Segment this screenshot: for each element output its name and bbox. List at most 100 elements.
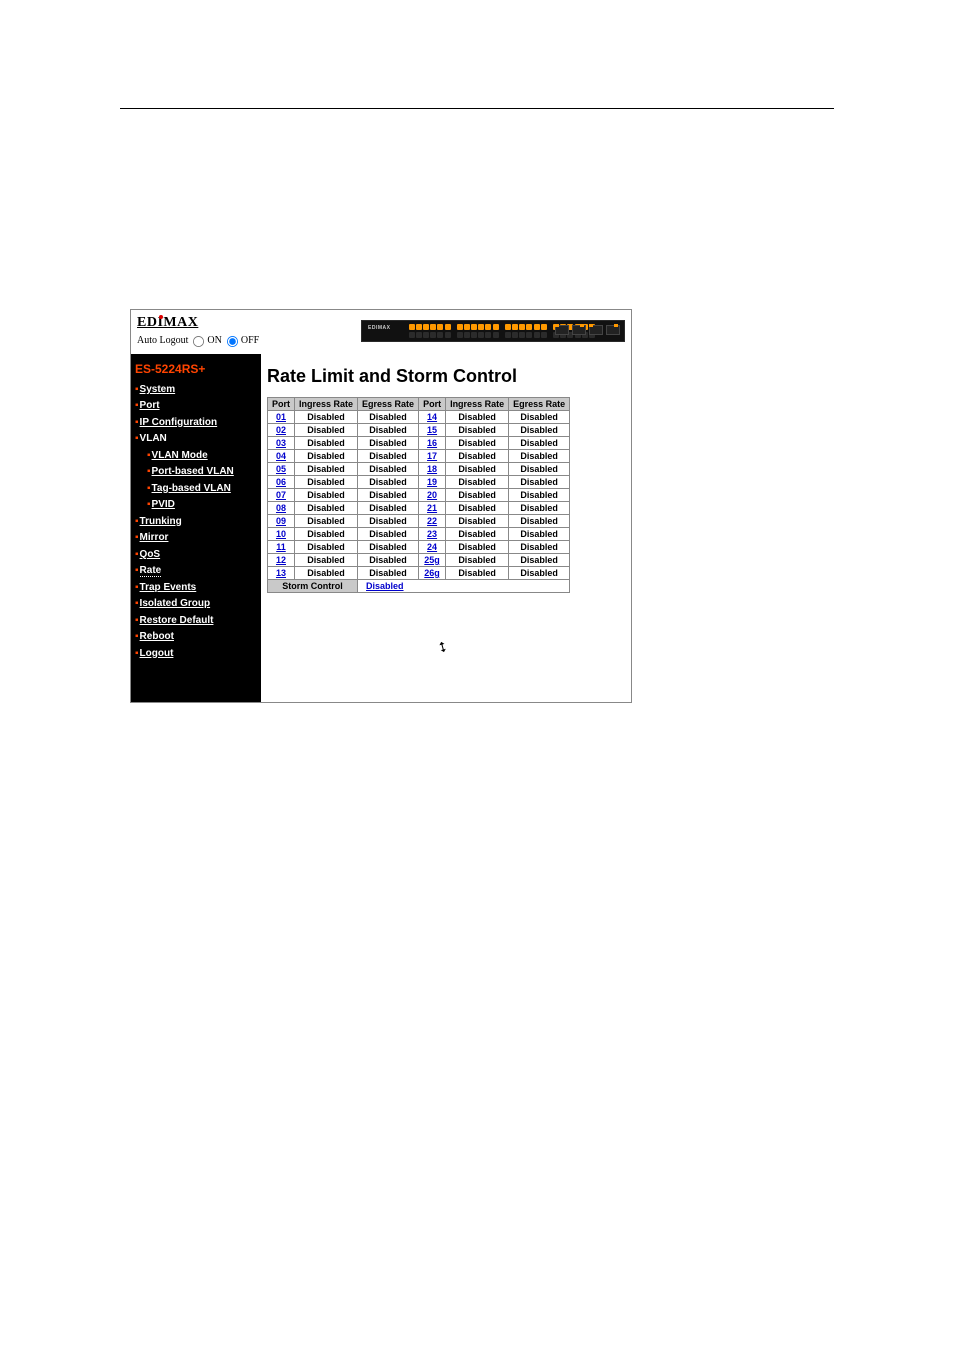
port-link[interactable]: 15 (427, 425, 437, 435)
port-cell[interactable]: 08 (268, 501, 295, 514)
port-cell[interactable]: 07 (268, 488, 295, 501)
port-link[interactable]: 22 (427, 516, 437, 526)
port-link[interactable]: 25g (424, 555, 440, 565)
nav-bullet-icon: ▪ (135, 532, 139, 543)
sidebar-model: ES-5224RS+ (131, 360, 261, 382)
auto-logout-on-radio[interactable] (193, 336, 204, 347)
port-cell[interactable]: 10 (268, 527, 295, 540)
nav-link[interactable]: Reboot (140, 631, 174, 642)
port-link[interactable]: 19 (427, 477, 437, 487)
nav-item-rate[interactable]: ▪Rate (131, 563, 261, 580)
port-link[interactable]: 01 (276, 412, 286, 422)
nav-item-port-based-vlan[interactable]: ▪Port-based VLAN (131, 464, 261, 481)
nav-link[interactable]: VLAN Mode (152, 450, 208, 461)
port-cell[interactable]: 03 (268, 436, 295, 449)
table-row: 02DisabledDisabled15DisabledDisabled (268, 423, 570, 436)
nav-link[interactable]: Port-based VLAN (152, 466, 234, 477)
port-cell[interactable]: 17 (419, 449, 446, 462)
nav-link[interactable]: Tag-based VLAN (152, 483, 231, 494)
nav-item-system[interactable]: ▪System (131, 382, 261, 399)
port-cell[interactable]: 12 (268, 553, 295, 566)
table-row: 13DisabledDisabled26gDisabledDisabled (268, 566, 570, 579)
nav-item-restore-default[interactable]: ▪Restore Default (131, 613, 261, 630)
port-link[interactable]: 14 (427, 412, 437, 422)
port-link[interactable]: 10 (276, 529, 286, 539)
nav-item-isolated-group[interactable]: ▪Isolated Group (131, 596, 261, 613)
egress-cell: Disabled (358, 501, 419, 514)
port-link[interactable]: 06 (276, 477, 286, 487)
port-cell[interactable]: 15 (419, 423, 446, 436)
nav-link[interactable]: Restore Default (140, 615, 214, 626)
port-cell[interactable]: 14 (419, 410, 446, 423)
nav-item-vlan: ▪VLAN (131, 431, 261, 448)
port-cell[interactable]: 06 (268, 475, 295, 488)
port-link[interactable]: 17 (427, 451, 437, 461)
port-link[interactable]: 21 (427, 503, 437, 513)
port-cell[interactable]: 22 (419, 514, 446, 527)
port-cell[interactable]: 09 (268, 514, 295, 527)
port-link[interactable]: 07 (276, 490, 286, 500)
port-cell[interactable]: 11 (268, 540, 295, 553)
port-cell[interactable]: 19 (419, 475, 446, 488)
nav-item-pvid[interactable]: ▪PVID (131, 497, 261, 514)
port-link[interactable]: 26g (424, 568, 440, 578)
port-cell[interactable]: 24 (419, 540, 446, 553)
nav-link[interactable]: Trap Events (140, 582, 197, 593)
port-cell[interactable]: 13 (268, 566, 295, 579)
nav-link[interactable]: Logout (140, 648, 174, 659)
port-link[interactable]: 04 (276, 451, 286, 461)
nav-item-ip-configuration[interactable]: ▪IP Configuration (131, 415, 261, 432)
nav-item-mirror[interactable]: ▪Mirror (131, 530, 261, 547)
port-cell[interactable]: 20 (419, 488, 446, 501)
ingress-cell: Disabled (295, 553, 358, 566)
port-cell[interactable]: 25g (419, 553, 446, 566)
nav-item-trap-events[interactable]: ▪Trap Events (131, 580, 261, 597)
port-cell[interactable]: 05 (268, 462, 295, 475)
sidebar: ES-5224RS+ ▪System▪Port▪IP Configuration… (131, 354, 261, 702)
port-link[interactable]: 13 (276, 568, 286, 578)
port-link[interactable]: 18 (427, 464, 437, 474)
port-link[interactable]: 24 (427, 542, 437, 552)
nav-item-reboot[interactable]: ▪Reboot (131, 629, 261, 646)
nav-link[interactable]: Trunking (140, 516, 182, 527)
port-cell[interactable]: 18 (419, 462, 446, 475)
port-cell[interactable]: 26g (419, 566, 446, 579)
nav-link[interactable]: Isolated Group (140, 598, 211, 609)
port-link[interactable]: 03 (276, 438, 286, 448)
port-link[interactable]: 08 (276, 503, 286, 513)
port-link[interactable]: 11 (276, 542, 286, 552)
nav-link[interactable]: Mirror (140, 532, 169, 543)
egress-cell: Disabled (509, 423, 570, 436)
nav-link[interactable]: Port (140, 400, 160, 411)
port-link[interactable]: 20 (427, 490, 437, 500)
port-link[interactable]: 09 (276, 516, 286, 526)
nav-bullet-icon: ▪ (147, 466, 151, 477)
port-link[interactable]: 02 (276, 425, 286, 435)
nav-link[interactable]: System (140, 384, 176, 395)
port-link[interactable]: 23 (427, 529, 437, 539)
nav-item-logout[interactable]: ▪Logout (131, 646, 261, 663)
nav-item-port[interactable]: ▪Port (131, 398, 261, 415)
port-cell[interactable]: 21 (419, 501, 446, 514)
nav-item-qos[interactable]: ▪QoS (131, 547, 261, 564)
port-cell[interactable]: 01 (268, 410, 295, 423)
port-link[interactable]: 16 (427, 438, 437, 448)
storm-control-link[interactable]: Disabled (366, 581, 404, 591)
port-cell[interactable]: 23 (419, 527, 446, 540)
nav-link[interactable]: QoS (140, 549, 161, 560)
port-cell[interactable]: 04 (268, 449, 295, 462)
ingress-cell: Disabled (295, 410, 358, 423)
nav-item-trunking[interactable]: ▪Trunking (131, 514, 261, 531)
nav-link[interactable]: Rate (140, 565, 162, 577)
nav-item-tag-based-vlan[interactable]: ▪Tag-based VLAN (131, 481, 261, 498)
nav-item-vlan-mode[interactable]: ▪VLAN Mode (131, 448, 261, 465)
egress-cell: Disabled (509, 501, 570, 514)
nav-link[interactable]: PVID (152, 499, 175, 510)
port-link[interactable]: 05 (276, 464, 286, 474)
port-cell[interactable]: 16 (419, 436, 446, 449)
port-link[interactable]: 12 (276, 555, 286, 565)
auto-logout-off-radio[interactable] (227, 336, 238, 347)
main-content: Rate Limit and Storm Control Port Ingres… (261, 354, 631, 702)
nav-link[interactable]: IP Configuration (140, 417, 218, 428)
port-cell[interactable]: 02 (268, 423, 295, 436)
